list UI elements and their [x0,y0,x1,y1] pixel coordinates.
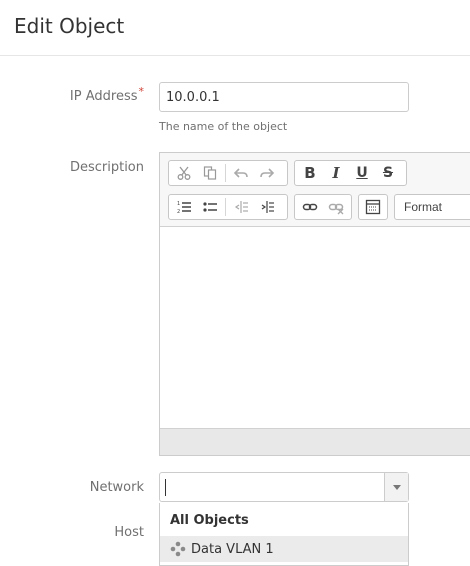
table-group [358,194,388,220]
network-dropdown-menu: All Objects Data VLAN 1 [159,503,409,566]
bold-button[interactable]: B [297,162,323,184]
numbered-list-icon: 12 [177,201,191,215]
dropdown-option-label: Data VLAN 1 [191,541,274,557]
increase-indent-icon [261,201,274,213]
text-style-group: B I U S [294,160,407,186]
redo-icon [260,168,275,178]
dropdown-group-header: All Objects [170,513,249,528]
bulleted-list-button[interactable] [197,196,223,218]
underline-button[interactable]: U [349,162,375,184]
link-button[interactable] [297,196,323,218]
editor-status-bar [160,428,470,455]
cut-icon [177,166,191,180]
network-dropdown-toggle[interactable] [384,473,408,501]
list-indent-group: 12 [168,194,288,220]
table-button[interactable] [361,196,385,218]
table-icon [365,199,381,215]
toolbar-separator [225,198,226,216]
description-text-area[interactable] [160,227,470,429]
bulleted-list-icon [203,202,217,212]
description-label: Description [69,160,144,175]
page-title: Edit Object [14,14,125,38]
text-cursor [165,479,166,496]
network-label: Network [89,480,144,495]
svg-text:2: 2 [177,209,180,215]
copy-icon [203,166,217,180]
cut-button[interactable] [171,162,197,184]
network-object-icon [170,541,186,557]
undo-icon [233,168,248,178]
format-dropdown[interactable]: Format [394,194,470,220]
decrease-indent-button[interactable] [228,196,254,218]
link-icon [302,203,318,211]
toolbar-separator [225,164,226,182]
redo-button[interactable] [254,162,280,184]
numbered-list-button[interactable]: 12 [171,196,197,218]
ip-address-label: IP Address* [69,85,144,104]
strikethrough-button[interactable]: S [375,162,401,184]
increase-indent-button[interactable] [254,196,280,218]
ip-address-hint: The name of the object [159,120,288,133]
dropdown-option-data-vlan-1[interactable]: Data VLAN 1 [160,536,408,562]
undo-button[interactable] [228,162,254,184]
required-marker: * [138,85,145,98]
ip-address-input[interactable] [159,82,409,112]
italic-button[interactable]: I [323,162,349,184]
host-label: Host [114,525,144,540]
chevron-down-icon [392,484,401,490]
link-group [294,194,352,220]
decrease-indent-icon [234,201,248,213]
unlink-button[interactable] [323,196,349,218]
editor-toolbar: B I U S 12 Format [160,153,470,227]
svg-text:1: 1 [177,201,180,207]
network-select-input[interactable] [159,472,409,502]
copy-button[interactable] [197,162,223,184]
unlink-icon [328,203,344,215]
page-header: Edit Object [0,0,470,56]
description-editor: B I U S 12 Format [159,152,470,456]
clipboard-group [168,160,288,186]
